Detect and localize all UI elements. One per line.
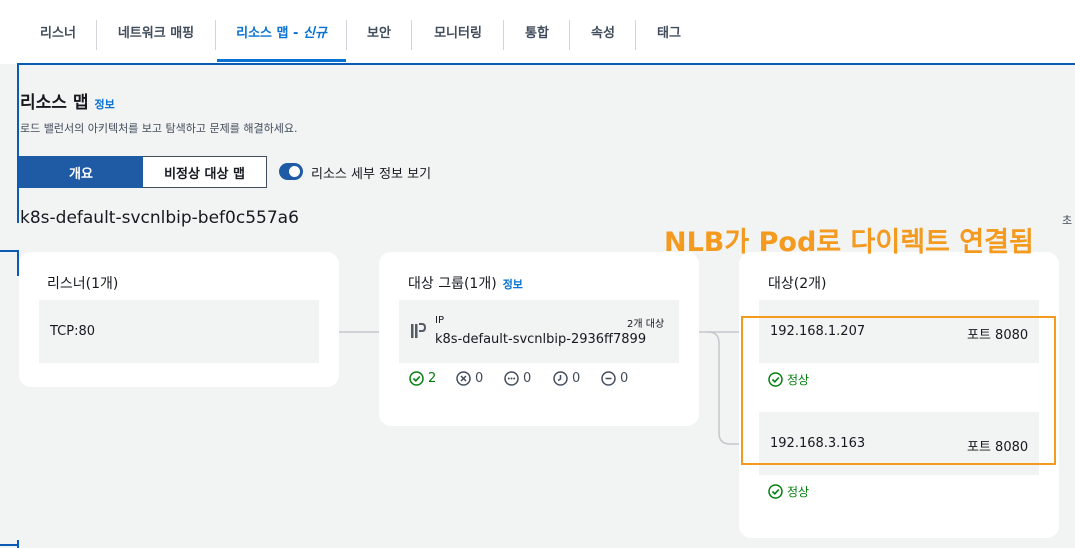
annotation-text: NLB가 Pod로 다이렉트 연결됨 bbox=[664, 227, 1034, 258]
healthy-icon bbox=[409, 371, 424, 386]
unused-stat: 0 bbox=[504, 371, 531, 386]
target-type-label: IP bbox=[435, 315, 444, 326]
draining-count: 0 bbox=[620, 371, 629, 386]
initial-stat: 0 bbox=[553, 371, 580, 386]
target-count: 2개 대상 bbox=[627, 319, 665, 330]
listeners-title: 리스너(1개) bbox=[47, 276, 119, 292]
draining-stat: 0 bbox=[601, 371, 628, 386]
target-group-name: k8s-default-svcnlbip-2936ff7899 bbox=[435, 332, 647, 347]
minus-icon bbox=[601, 371, 616, 386]
healthy-stat: 2 bbox=[409, 371, 436, 386]
unused-icon bbox=[504, 371, 519, 386]
initial-count: 0 bbox=[572, 371, 581, 386]
info-link[interactable]: 정보 bbox=[503, 278, 523, 291]
target-group-title: 대상 그룹(1개) 정보 bbox=[408, 273, 523, 293]
unhealthy-stat: 0 bbox=[456, 371, 483, 386]
annotation-highlight-box bbox=[741, 316, 1056, 465]
unhealthy-count: 0 bbox=[475, 371, 484, 386]
targets-title: 대상(2개) bbox=[768, 276, 827, 292]
healthy-count: 2 bbox=[428, 371, 437, 386]
unhealthy-icon bbox=[456, 371, 471, 386]
target-group-title-text: 대상 그룹(1개) bbox=[408, 276, 497, 292]
listener-label: TCP:80 bbox=[50, 324, 96, 339]
healthy-icon bbox=[768, 484, 783, 499]
clock-icon bbox=[553, 371, 568, 386]
target-status-text: 정상 bbox=[787, 485, 810, 499]
ip-icon bbox=[411, 323, 426, 338]
unused-count: 0 bbox=[523, 371, 532, 386]
target-health-status: 정상 bbox=[768, 483, 809, 500]
